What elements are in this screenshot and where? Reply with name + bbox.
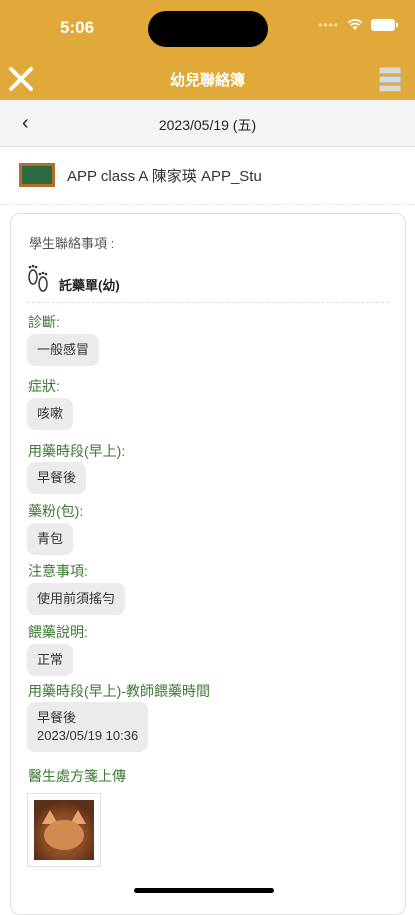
date-label: 2023/05/19 (五) — [158, 117, 257, 133]
divider — [27, 302, 389, 303]
class-info-row: APP class A 陳家瑛 APP_Stu — [0, 146, 415, 205]
app-header: 5:06 •••• 幼兒聯絡簿 — [0, 0, 415, 100]
blackboard-icon — [19, 163, 55, 187]
diagnosis-value: 一般感冒 — [27, 334, 100, 366]
teacher-time-meal: 早餐後 — [37, 710, 77, 725]
date-bar: ‹ 2023/05/19 (五) — [0, 100, 415, 147]
medication-form-title: 託藥單(幼) — [59, 278, 120, 293]
symptom-label: 症狀: — [28, 378, 60, 394]
diagnosis-label: 診斷: — [28, 314, 60, 330]
powder-value: 青包 — [27, 523, 74, 555]
footprints-icon — [28, 264, 48, 292]
prescription-upload-label: 醫生處方箋上傳 — [28, 768, 126, 784]
battery-icon — [371, 19, 398, 31]
symptom-value: 咳嗽 — [27, 398, 74, 430]
notes-value: 使用前須搖勻 — [27, 583, 126, 615]
dosage-time-value: 早餐後 — [27, 462, 87, 494]
teacher-time-label: 用藥時段(早上)-教師餵藥時間 — [28, 683, 210, 699]
home-indicator — [134, 888, 274, 893]
teacher-time-timestamp: 2023/05/19 10:36 — [37, 728, 139, 743]
contact-card: 學生聯絡事項 : 託藥單(幼) 診斷: 一般感冒 症狀: 咳嗽 用藥時段(早上)… — [10, 213, 406, 915]
feeding-note-value: 正常 — [27, 644, 74, 676]
signal-icon: •••• — [318, 18, 339, 32]
powder-label: 藥粉(包): — [28, 503, 84, 519]
prescription-thumbnail[interactable] — [27, 793, 101, 867]
class-info-text: APP class A 陳家瑛 APP_Stu — [67, 168, 262, 185]
status-time: 5:06 — [60, 18, 95, 37]
status-icons: •••• — [318, 18, 398, 32]
notes-label: 注意事項: — [28, 563, 88, 579]
wifi-icon — [347, 19, 363, 30]
dynamic-island — [148, 11, 268, 47]
dosage-time-label: 用藥時段(早上): — [28, 443, 126, 459]
teacher-time-value: 早餐後 2023/05/19 10:36 — [27, 702, 149, 752]
feeding-note-label: 餵藥說明: — [28, 624, 88, 640]
page-title: 幼兒聯絡簿 — [169, 72, 245, 89]
list-menu-icon[interactable] — [379, 67, 401, 92]
cat-photo — [34, 800, 94, 860]
card-title: 學生聯絡事項 : — [29, 236, 115, 251]
